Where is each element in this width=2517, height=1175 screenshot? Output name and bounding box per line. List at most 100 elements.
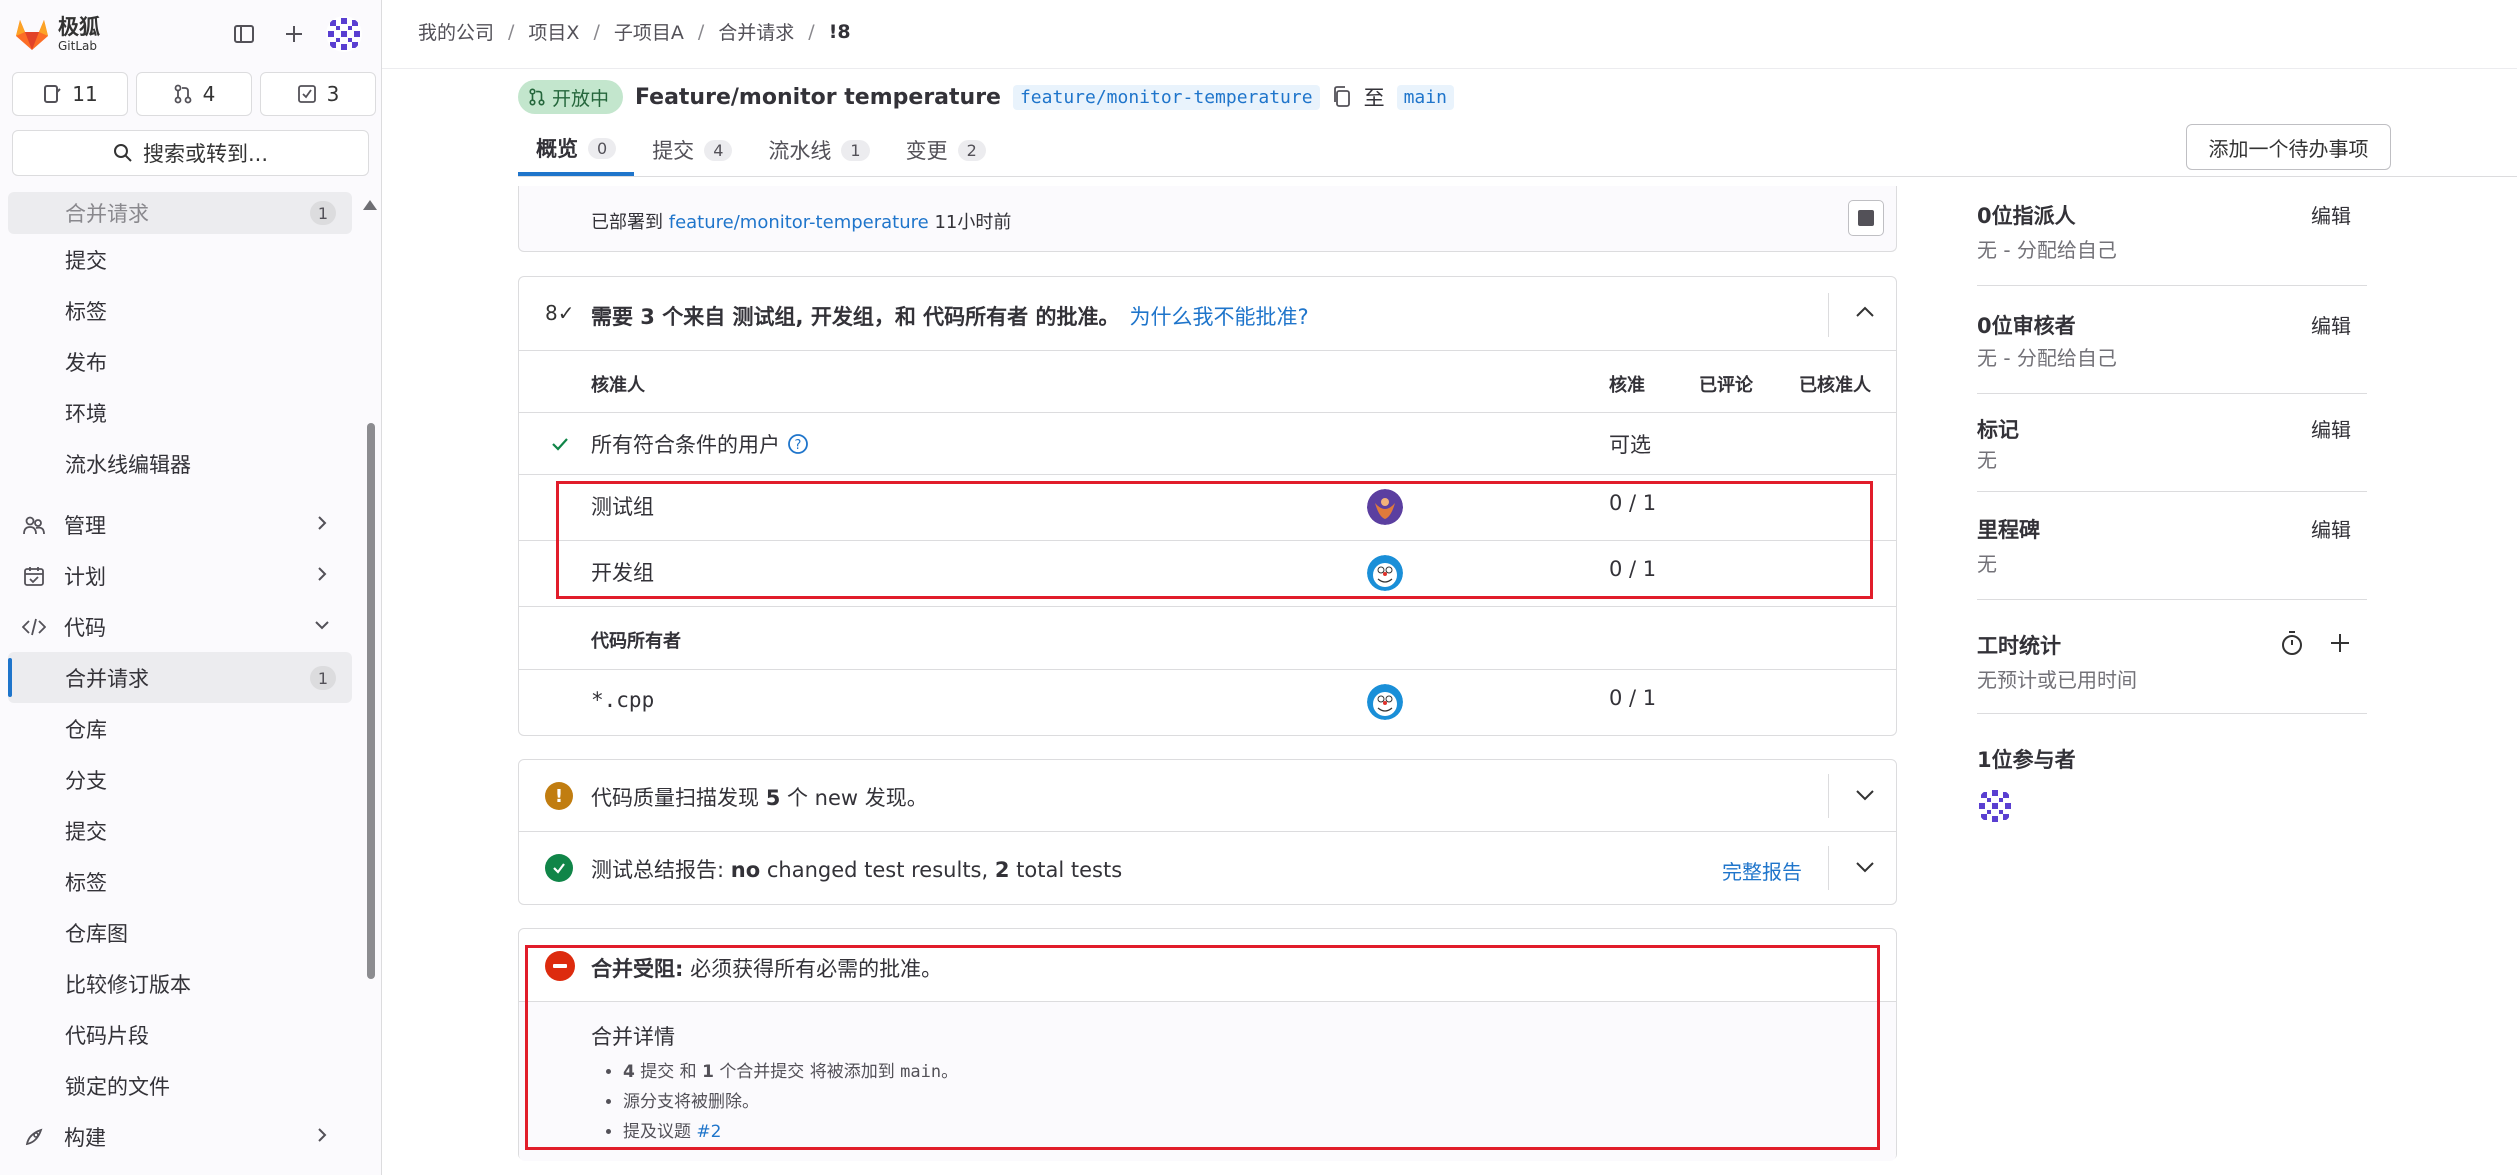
header-divider: [382, 68, 2517, 69]
plus-icon[interactable]: [2329, 632, 2351, 654]
assign-yourself-reviewer-link[interactable]: 无 - 分配给自己: [1977, 342, 2117, 371]
sidebar-item-label: 计划: [64, 564, 106, 589]
page-title: Feature/monitor temperature: [635, 84, 1001, 110]
sidebar-item-pipeline-editor[interactable]: 流水线编辑器: [0, 438, 360, 489]
sidebar-item-tags[interactable]: 标签: [0, 285, 360, 336]
sidebar-section-build[interactable]: 构建: [0, 1111, 360, 1162]
reviewer-title: 0位审核者: [1977, 314, 2076, 338]
edit-reviewer-button[interactable]: 编辑: [2311, 310, 2351, 339]
breadcrumb-item[interactable]: 项目X: [528, 18, 579, 45]
assignee-section: 0位指派人 编辑 无 - 分配给自己: [1977, 200, 2367, 286]
stopwatch-icon[interactable]: [2280, 630, 2304, 656]
edit-assignee-button[interactable]: 编辑: [2311, 200, 2351, 229]
brand-logo[interactable]: 极狐 GitLab: [12, 12, 112, 56]
code-owners-header: 代码所有者: [591, 631, 681, 652]
breadcrumb-separator: /: [808, 20, 815, 43]
sidebar-item-label: 代码片段: [65, 1023, 149, 1048]
tab-commits[interactable]: 提交 4: [634, 124, 750, 176]
merge-request-icon: [529, 88, 545, 106]
sidebar-item-merge-requests-pinned[interactable]: 合并请求 1: [8, 192, 352, 234]
breadcrumb-current[interactable]: !8: [829, 21, 851, 43]
divider: [1828, 293, 1829, 337]
approvals-title: 需要 3 个来自 测试组, 开发组，和 代码所有者 的批准。 为什么我不能批准?: [591, 301, 1309, 331]
collapse-sidebar-icon[interactable]: [228, 18, 260, 50]
sidebar-item-label: 仓库: [65, 717, 107, 742]
divider: [1828, 846, 1829, 890]
help-icon[interactable]: ?: [787, 433, 809, 455]
breadcrumb-item[interactable]: 我的公司: [418, 18, 494, 45]
assign-yourself-link[interactable]: 无 - 分配给自己: [1977, 234, 2117, 263]
scroll-up-arrow[interactable]: [363, 200, 377, 210]
labels-section: 标记 编辑 无: [1977, 414, 2367, 492]
participant-avatar[interactable]: [1977, 788, 2013, 824]
breadcrumb-item[interactable]: 子项目A: [614, 18, 684, 45]
time-tracking-section: 工时统计 无预计或已用时间: [1977, 630, 2367, 714]
sidebar-item-snippets[interactable]: 代码片段: [0, 1009, 360, 1060]
breadcrumb-item[interactable]: 合并请求: [718, 18, 794, 45]
reviewer-section: 0位审核者 编辑 无 - 分配给自己: [1977, 310, 2367, 394]
issues-count-button[interactable]: 11: [12, 72, 128, 116]
search-button[interactable]: 搜索或转到...: [12, 130, 369, 176]
deploy-environment-link[interactable]: feature/monitor-temperature: [669, 212, 929, 233]
chevron-up-icon[interactable]: [1854, 301, 1876, 323]
sidebar-item-repository-graph[interactable]: 仓库图: [0, 907, 360, 958]
why-cant-approve-link[interactable]: 为什么我不能批准?: [1129, 305, 1308, 329]
edit-milestone-button[interactable]: 编辑: [2311, 514, 2351, 543]
chevron-right-icon: [318, 1128, 327, 1142]
sidebar-counters: 11 4 3: [12, 72, 376, 116]
sidebar-item-commits-code[interactable]: 提交: [0, 805, 360, 856]
sidebar-section-code[interactable]: 代码: [0, 601, 360, 652]
breadcrumb: 我的公司 / 项目X / 子项目A / 合并请求 / !8: [418, 18, 851, 45]
quality-prefix: 代码质量扫描发现: [591, 786, 759, 810]
full-report-link[interactable]: 完整报告: [1722, 856, 1802, 885]
source-branch[interactable]: feature/monitor-temperature: [1012, 84, 1320, 110]
sidebar-section-plan[interactable]: 计划: [0, 550, 360, 601]
test-summary-row: 测试总结报告: no changed test results, 2 total…: [519, 832, 1896, 904]
sidebar-section-manage[interactable]: 管理: [0, 499, 360, 550]
chevron-right-icon: [318, 567, 327, 581]
sidebar-item-repository[interactable]: 仓库: [0, 703, 360, 754]
sidebar-scrollbar[interactable]: [367, 423, 375, 979]
tab-count: 0: [588, 137, 617, 159]
sidebar-item-merge-requests[interactable]: 合并请求 1: [8, 652, 352, 703]
sidebar-item-environments[interactable]: 环境: [0, 387, 360, 438]
tab-overview[interactable]: 概览 0: [518, 124, 635, 176]
tabs-divider: [518, 176, 2517, 177]
success-check-icon: [545, 854, 573, 882]
quality-count: 5: [765, 786, 781, 810]
avatar[interactable]: [1367, 684, 1403, 720]
sidebar-item-tags-code[interactable]: 标签: [0, 856, 360, 907]
quality-suffix: 个 new 发现。: [787, 786, 928, 810]
plus-icon[interactable]: [278, 18, 310, 50]
copy-icon[interactable]: [1332, 86, 1352, 108]
sidebar-item-locked-files[interactable]: 锁定的文件: [0, 1060, 360, 1111]
chevron-down-icon[interactable]: [1854, 856, 1876, 878]
sidebar-item-commits[interactable]: 提交: [0, 234, 360, 285]
sidebar-item-releases[interactable]: 发布: [0, 336, 360, 387]
mr-title-bar: 开放中 Feature/monitor temperature feature/…: [518, 80, 1454, 114]
chevron-down-icon[interactable]: [1854, 784, 1876, 806]
sidebar-item-compare[interactable]: 比较修订版本: [0, 958, 360, 1009]
tab-pipelines[interactable]: 流水线 1: [750, 124, 887, 176]
search-label: 搜索或转到...: [142, 142, 269, 166]
target-branch[interactable]: main: [1396, 84, 1454, 110]
edit-labels-button[interactable]: 编辑: [2311, 414, 2351, 443]
code-owners-header-row: 代码所有者: [519, 607, 1896, 669]
user-avatar[interactable]: [326, 16, 362, 52]
add-todo-button[interactable]: 添加一个待办事项: [2186, 124, 2391, 170]
merge-requests-count-button[interactable]: 4: [136, 72, 252, 116]
mr-tabs: 概览 0 提交 4 流水线 1 变更 2: [518, 124, 1004, 176]
tests-total: 2: [994, 858, 1010, 882]
sidebar-item-label: 仓库图: [65, 921, 128, 946]
milestone-title: 里程碑: [1977, 518, 2040, 542]
sidebar-item-label: 标签: [65, 870, 107, 895]
labels-value: 无: [1977, 448, 1997, 472]
brand-name: 极狐: [58, 14, 100, 39]
time-tracking-value: 无预计或已用时间: [1977, 668, 2137, 692]
sidebar-item-label: 提交: [65, 248, 107, 273]
stop-environment-button[interactable]: [1848, 200, 1884, 236]
todos-count-button[interactable]: 3: [260, 72, 376, 116]
deploy-prefix: 已部署到: [591, 212, 663, 233]
tab-changes[interactable]: 变更 2: [888, 124, 1004, 176]
sidebar-item-branches[interactable]: 分支: [0, 754, 360, 805]
